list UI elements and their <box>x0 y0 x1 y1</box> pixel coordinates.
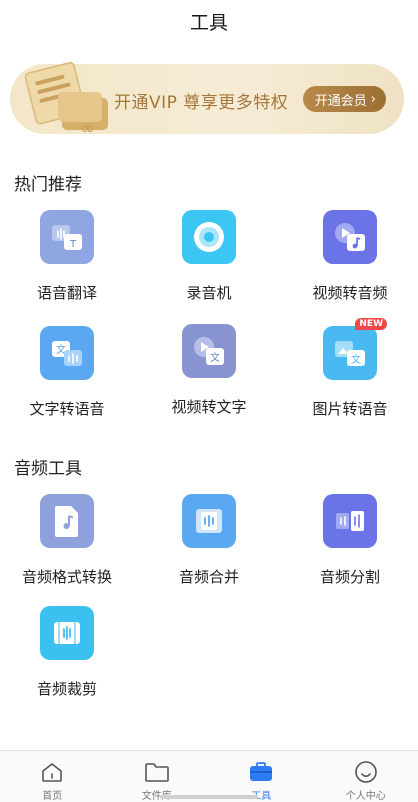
document-stack-icon: ∞ <box>24 62 108 139</box>
tool-text-to-speech[interactable]: 文 文字转语音 <box>2 326 132 419</box>
text-to-speech-icon: 文 <box>40 326 94 380</box>
tool-label: 语音翻译 <box>36 284 97 302</box>
audio-trim-icon <box>40 606 94 660</box>
tab-label: 个人中心 <box>345 791 386 802</box>
vip-banner[interactable]: ∞ 开通VIP 尊享更多特权 开通会员 › <box>10 62 404 139</box>
tool-label: 图片转语音 <box>312 400 388 418</box>
chevron-right-icon: › <box>370 91 376 107</box>
svg-text:∞: ∞ <box>80 118 95 139</box>
tool-audio-format[interactable]: 音频格式转换 <box>2 494 132 587</box>
tool-label: 音频合并 <box>178 568 239 586</box>
section-title-audio: 音频工具 <box>14 459 82 479</box>
home-indicator <box>160 795 258 799</box>
smiley-icon <box>354 761 377 783</box>
page-title-bar: 工具 <box>0 0 418 38</box>
page-title: 工具 <box>189 11 228 34</box>
folder-icon <box>144 763 169 782</box>
tool-audio-split[interactable]: 音频分割 <box>285 494 415 587</box>
tab-profile[interactable]: 个人中心 <box>314 751 418 802</box>
tool-label: 文字转语音 <box>29 400 105 418</box>
audio-format-icon <box>40 494 94 548</box>
tool-image-to-speech[interactable]: 文 NEW 图片转语音 <box>285 318 415 419</box>
tool-recorder[interactable]: 录音机 <box>144 210 274 303</box>
new-badge: NEW <box>355 318 387 330</box>
svg-text:T: T <box>69 239 77 250</box>
open-membership-button[interactable]: 开通会员 › <box>302 86 386 112</box>
voice-translate-icon: T <box>40 210 94 264</box>
tool-label: 音频分割 <box>319 568 380 586</box>
home-icon <box>42 763 63 782</box>
recorder-icon <box>182 210 236 264</box>
tool-label: 录音机 <box>186 284 232 302</box>
tool-label: 音频格式转换 <box>21 568 112 586</box>
tool-voice-translate[interactable]: T 语音翻译 <box>2 210 132 303</box>
open-membership-label: 开通会员 <box>314 93 367 109</box>
tab-label: 首页 <box>42 791 63 802</box>
vip-banner-text: 开通VIP 尊享更多特权 <box>114 93 289 113</box>
audio-split-icon <box>323 494 377 548</box>
toolbox-icon <box>250 762 273 781</box>
audio-merge-icon <box>182 494 236 548</box>
section-title-hot: 热门推荐 <box>14 175 82 195</box>
tool-audio-merge[interactable]: 音频合并 <box>144 494 274 587</box>
tool-label: 音频裁剪 <box>36 680 97 698</box>
tab-home[interactable]: 首页 <box>0 751 105 802</box>
image-to-speech-icon: 文 NEW <box>323 318 387 380</box>
video-to-audio-icon <box>323 210 377 264</box>
video-to-text-icon: 文 <box>182 324 236 378</box>
tool-audio-trim[interactable]: 音频裁剪 <box>2 606 132 699</box>
svg-text:文: 文 <box>351 353 361 366</box>
tool-label: 视频转文字 <box>171 398 247 416</box>
tool-video-to-audio[interactable]: 视频转音频 <box>285 210 415 303</box>
tool-video-to-text[interactable]: 文 视频转文字 <box>144 324 274 417</box>
tool-label: 视频转音频 <box>312 284 388 302</box>
svg-text:文: 文 <box>210 351 220 364</box>
